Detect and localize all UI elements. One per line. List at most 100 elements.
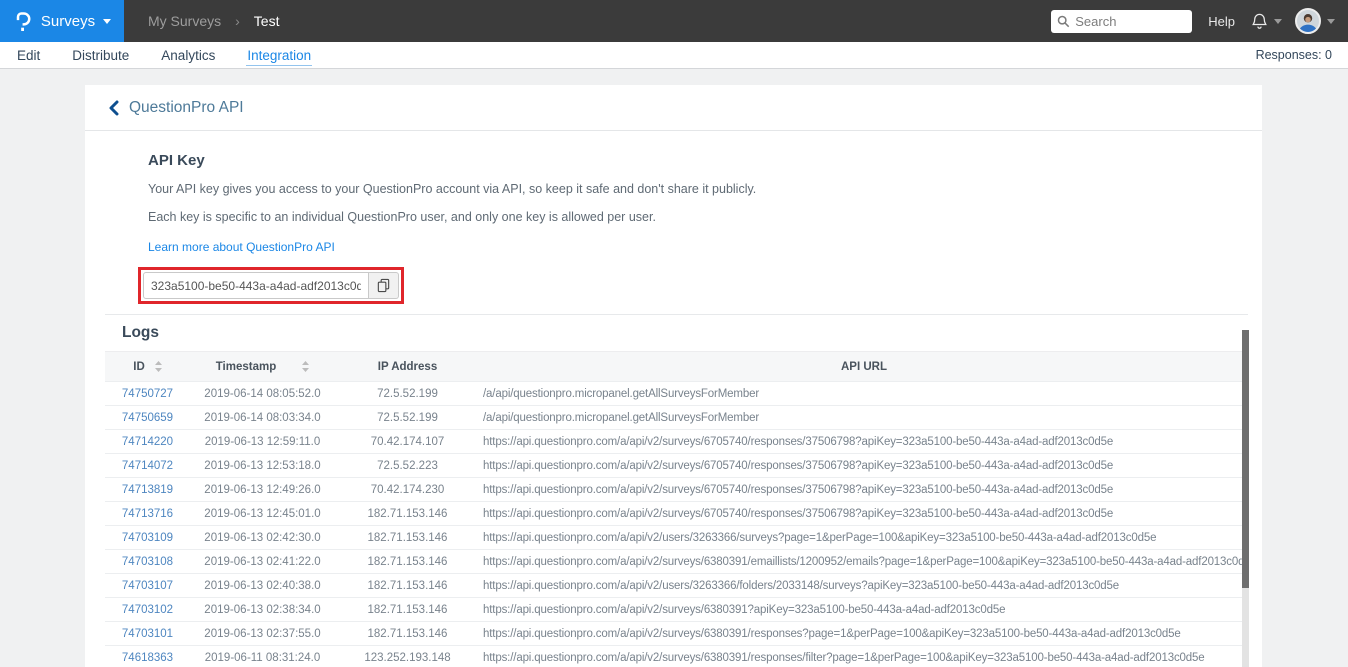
log-id-link[interactable]: 74703108 <box>105 556 190 568</box>
column-label: Timestamp <box>215 360 277 373</box>
log-timestamp: 2019-06-13 12:59:11.0 <box>204 435 321 448</box>
log-row: 74750727 2019-06-14 08:05:52.0 72.5.52.1… <box>105 381 1248 405</box>
product-switcher[interactable]: Surveys <box>0 0 124 42</box>
breadcrumb: My Surveys › Test Help <box>124 0 1348 42</box>
scrollbar-thumb[interactable] <box>1242 330 1249 588</box>
log-api-url: https://api.questionpro.com/a/api/v2/use… <box>483 531 1157 544</box>
section-divider <box>105 314 1248 315</box>
learn-more-link[interactable]: Learn more about QuestionPro API <box>148 240 335 254</box>
log-api-url: https://api.questionpro.com/a/api/v2/sur… <box>483 435 1114 448</box>
responses-count[interactable]: Responses: 0 <box>1256 48 1332 62</box>
log-timestamp: 2019-06-13 12:49:26.0 <box>204 483 321 496</box>
log-ip: 182.71.153.146 <box>367 603 448 616</box>
log-row: 74713819 2019-06-13 12:49:26.0 70.42.174… <box>105 477 1248 501</box>
log-api-url: https://api.questionpro.com/a/api/v2/sur… <box>483 555 1248 568</box>
column-header-timestamp[interactable]: Timestamp <box>190 361 335 373</box>
log-id-link[interactable]: 74750659 <box>105 412 190 424</box>
log-api-url: https://api.questionpro.com/a/api/v2/sur… <box>483 459 1114 472</box>
api-key-description-1: Your API key gives you access to your Qu… <box>148 182 757 196</box>
tab-integration[interactable]: Integration <box>246 45 313 66</box>
log-row: 74703101 2019-06-13 02:37:55.0 182.71.15… <box>105 621 1248 645</box>
sort-icon[interactable] <box>302 361 310 372</box>
breadcrumb-separator: › <box>235 13 240 29</box>
log-id-link[interactable]: 74714072 <box>105 460 190 472</box>
log-row: 74618363 2019-06-11 08:31:24.0 123.252.1… <box>105 645 1248 667</box>
log-id-link[interactable]: 74703101 <box>105 628 190 640</box>
log-row: 74713716 2019-06-13 12:45:01.0 182.71.15… <box>105 501 1248 525</box>
log-timestamp: 2019-06-11 08:31:24.0 <box>204 651 321 664</box>
log-ip: 72.5.52.199 <box>377 387 438 400</box>
log-timestamp: 2019-06-13 12:53:18.0 <box>204 459 321 472</box>
tab-distribute[interactable]: Distribute <box>71 45 130 65</box>
product-name: Surveys <box>40 12 96 30</box>
bell-icon <box>1250 12 1269 31</box>
log-timestamp: 2019-06-14 08:05:52.0 <box>204 387 321 400</box>
log-id-link[interactable]: 74703102 <box>105 604 190 616</box>
log-ip: 182.71.153.146 <box>367 627 448 640</box>
logs-scrollbar[interactable] <box>1242 330 1249 667</box>
column-header-id[interactable]: ID <box>105 361 190 373</box>
log-timestamp: 2019-06-14 08:03:34.0 <box>204 411 321 424</box>
log-row: 74703102 2019-06-13 02:38:34.0 182.71.15… <box>105 597 1248 621</box>
chevron-down-icon <box>103 18 112 24</box>
logs-heading: Logs <box>122 324 160 341</box>
log-api-url: https://api.questionpro.com/a/api/v2/use… <box>483 579 1120 592</box>
log-id-link[interactable]: 74713819 <box>105 484 190 496</box>
log-api-url: https://api.questionpro.com/a/api/v2/sur… <box>483 603 1006 616</box>
back-chevron-icon <box>108 100 119 116</box>
column-label: IP Address <box>377 360 438 373</box>
breadcrumb-my-surveys[interactable]: My Surveys <box>148 13 221 29</box>
api-key-section: API Key Your API key gives you access to… <box>85 131 1262 304</box>
copy-api-key-button[interactable] <box>369 272 399 299</box>
column-header-api-url: API URL <box>480 361 1248 373</box>
log-api-url: https://api.questionpro.com/a/api/v2/sur… <box>483 627 1181 640</box>
log-id-link[interactable]: 74703109 <box>105 532 190 544</box>
log-row: 74703108 2019-06-13 02:41:22.0 182.71.15… <box>105 549 1248 573</box>
user-menu[interactable] <box>1295 8 1335 34</box>
log-id-link[interactable]: 74750727 <box>105 388 190 400</box>
log-id-link[interactable]: 74713716 <box>105 508 190 520</box>
chevron-down-icon <box>1274 18 1282 24</box>
log-row: 74703109 2019-06-13 02:42:30.0 182.71.15… <box>105 525 1248 549</box>
breadcrumb-current-survey: Test <box>253 13 280 29</box>
api-key-heading: API Key <box>148 152 205 169</box>
log-ip: 72.5.52.223 <box>377 459 438 472</box>
log-ip: 182.71.153.146 <box>367 579 448 592</box>
search-input[interactable] <box>1075 13 1187 29</box>
topbar-controls: Help <box>1051 8 1348 34</box>
notifications-menu[interactable] <box>1250 12 1282 31</box>
log-api-url: /a/api/questionpro.micropanel.getAllSurv… <box>483 411 759 424</box>
log-api-url: https://api.questionpro.com/a/api/v2/sur… <box>483 651 1205 664</box>
log-ip: 70.42.174.107 <box>370 435 445 448</box>
back-header[interactable]: QuestionPro API <box>85 85 1262 131</box>
log-id-link[interactable]: 74618363 <box>105 652 190 664</box>
help-link[interactable]: Help <box>1208 14 1235 29</box>
column-header-ip: IP Address <box>335 361 480 373</box>
log-ip: 182.71.153.146 <box>367 507 448 520</box>
chevron-down-icon <box>1327 18 1335 24</box>
search-box[interactable] <box>1051 9 1193 33</box>
tab-edit[interactable]: Edit <box>16 45 41 65</box>
search-icon <box>1057 15 1070 28</box>
log-ip: 70.42.174.230 <box>370 483 445 496</box>
top-bar: Surveys My Surveys › Test Help <box>0 0 1348 42</box>
log-row: 74750659 2019-06-14 08:03:34.0 72.5.52.1… <box>105 405 1248 429</box>
user-avatar <box>1295 8 1321 34</box>
sort-icon[interactable] <box>154 361 162 372</box>
log-ip: 72.5.52.199 <box>377 411 438 424</box>
log-id-link[interactable]: 74714220 <box>105 436 190 448</box>
log-timestamp: 2019-06-13 02:41:22.0 <box>204 555 321 568</box>
log-timestamp: 2019-06-13 02:37:55.0 <box>204 627 321 640</box>
log-timestamp: 2019-06-13 02:38:34.0 <box>204 603 321 616</box>
log-id-link[interactable]: 74703107 <box>105 580 190 592</box>
tab-analytics[interactable]: Analytics <box>160 45 216 65</box>
log-api-url: https://api.questionpro.com/a/api/v2/sur… <box>483 483 1114 496</box>
api-key-highlight-box <box>138 267 404 304</box>
logs-table-body: 74750727 2019-06-14 08:05:52.0 72.5.52.1… <box>105 381 1248 667</box>
log-timestamp: 2019-06-13 12:45:01.0 <box>204 507 321 520</box>
api-key-input[interactable] <box>143 272 369 299</box>
log-api-url: https://api.questionpro.com/a/api/v2/sur… <box>483 507 1114 520</box>
log-timestamp: 2019-06-13 02:40:38.0 <box>204 579 321 592</box>
copy-icon <box>376 278 391 293</box>
column-label: ID <box>133 360 145 373</box>
